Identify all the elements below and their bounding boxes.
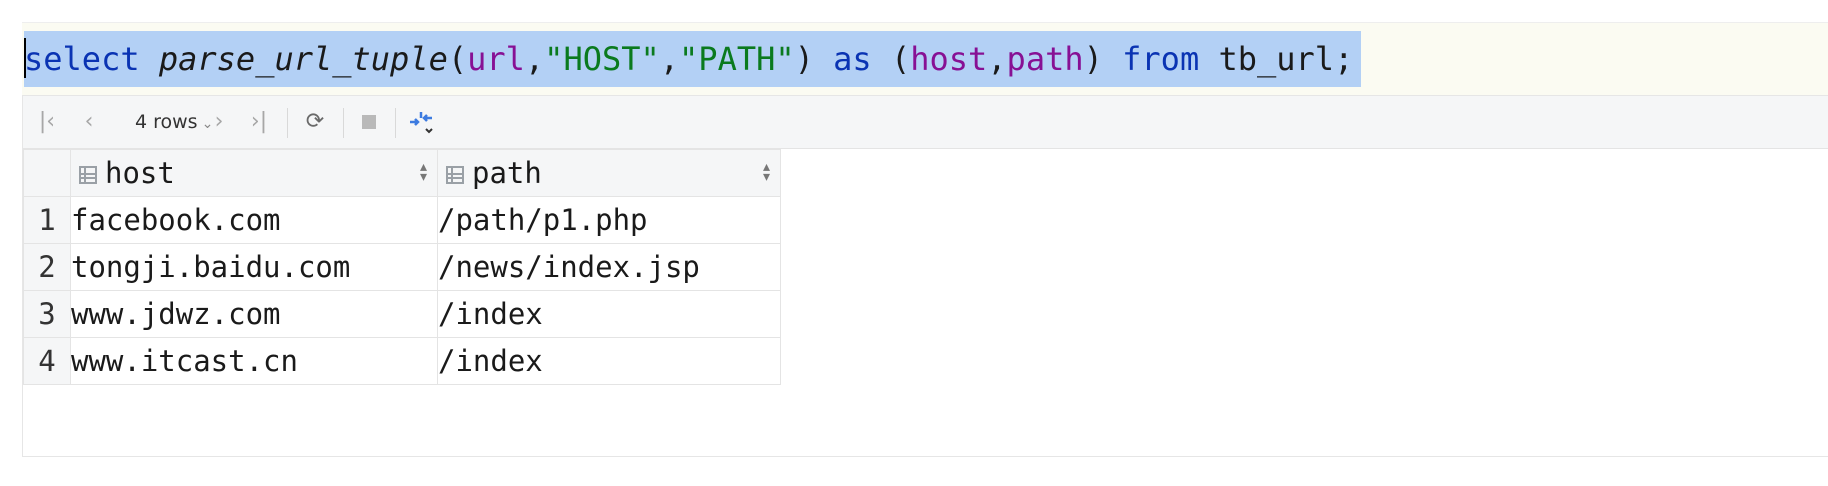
sql-token: ,: [987, 40, 1007, 78]
next-page-icon[interactable]: ›: [205, 108, 233, 136]
sort-icon[interactable]: ▴ ▾: [420, 160, 427, 184]
row-number: 4: [23, 337, 71, 385]
column-header-host[interactable]: host ▴ ▾: [70, 149, 438, 197]
sql-token: url: [467, 40, 525, 78]
sql-token: host: [910, 40, 988, 78]
column-icon: [446, 166, 464, 184]
table-row[interactable]: 3 www.jdwz.com /index: [23, 290, 781, 338]
toolbar-divider: [343, 108, 344, 138]
sql-token: ): [1083, 40, 1123, 78]
sql-token: (: [447, 40, 468, 78]
rows-count-label: 4 rows: [135, 111, 198, 133]
sql-statement[interactable]: select parse_url_tuple(url,"HOST","PATH"…: [24, 31, 1362, 87]
sql-token: as: [833, 40, 872, 78]
toolbar-divider: [395, 108, 396, 138]
first-page-icon[interactable]: |‹: [33, 108, 61, 136]
sql-token: (: [871, 40, 911, 78]
sql-editor[interactable]: select parse_url_tuple(url,"HOST","PATH"…: [22, 22, 1828, 96]
sql-token: path: [1006, 40, 1084, 78]
results-toolbar: |‹ ‹ 4 rows ⌄ › ›| ⟳: [23, 96, 1828, 149]
sql-token: select: [24, 40, 140, 78]
sql-token: "PATH": [679, 40, 795, 78]
sql-token: from: [1122, 40, 1200, 78]
table-row[interactable]: 1 facebook.com /path/p1.php: [23, 196, 781, 244]
path-cell[interactable]: /index: [437, 337, 781, 385]
results-panel: |‹ ‹ 4 rows ⌄ › ›| ⟳ host ▴ ▾ path ▴ ▾ 1…: [22, 96, 1828, 457]
results-grid: host ▴ ▾ path ▴ ▾ 1 facebook.com /path/p1.…: [23, 149, 781, 385]
grid-header-row: host ▴ ▾ path ▴ ▾: [23, 149, 781, 197]
host-cell[interactable]: www.itcast.cn: [70, 337, 438, 385]
sql-token: ): [794, 40, 834, 78]
stop-icon[interactable]: [355, 108, 383, 136]
row-number: 3: [23, 290, 71, 338]
column-icon: [79, 166, 97, 184]
compare-arrows-icon[interactable]: [407, 108, 435, 136]
host-cell[interactable]: www.jdwz.com: [70, 290, 438, 338]
sql-token: tb_url;: [1199, 40, 1354, 78]
path-cell[interactable]: /news/index.jsp: [437, 243, 781, 291]
panel-bottom-border: [22, 456, 1828, 457]
host-cell[interactable]: tongji.baidu.com: [70, 243, 438, 291]
last-page-icon[interactable]: ›|: [245, 108, 273, 136]
column-header-label: host: [105, 156, 175, 190]
sql-token: ,: [659, 40, 680, 78]
previous-page-icon[interactable]: ‹: [75, 108, 103, 136]
path-cell[interactable]: /path/p1.php: [437, 196, 781, 244]
row-number: 2: [23, 243, 71, 291]
table-row[interactable]: 2 tongji.baidu.com /news/index.jsp: [23, 243, 781, 291]
table-row[interactable]: 4 www.itcast.cn /index: [23, 337, 781, 385]
column-header-label: path: [472, 156, 542, 190]
sql-token: "HOST": [544, 40, 660, 78]
refresh-icon[interactable]: ⟳: [301, 108, 329, 136]
sql-token: parse_url_tuple: [158, 40, 448, 78]
column-header-path[interactable]: path ▴ ▾: [437, 149, 781, 197]
path-cell[interactable]: /index: [437, 290, 781, 338]
row-number-header: [23, 149, 71, 197]
sort-icon[interactable]: ▴ ▾: [763, 160, 770, 184]
row-number: 1: [23, 196, 71, 244]
host-cell[interactable]: facebook.com: [70, 196, 438, 244]
toolbar-divider: [287, 108, 288, 138]
sql-token: ,: [524, 40, 545, 78]
rows-count-dropdown[interactable]: 4 rows ⌄: [135, 108, 213, 136]
